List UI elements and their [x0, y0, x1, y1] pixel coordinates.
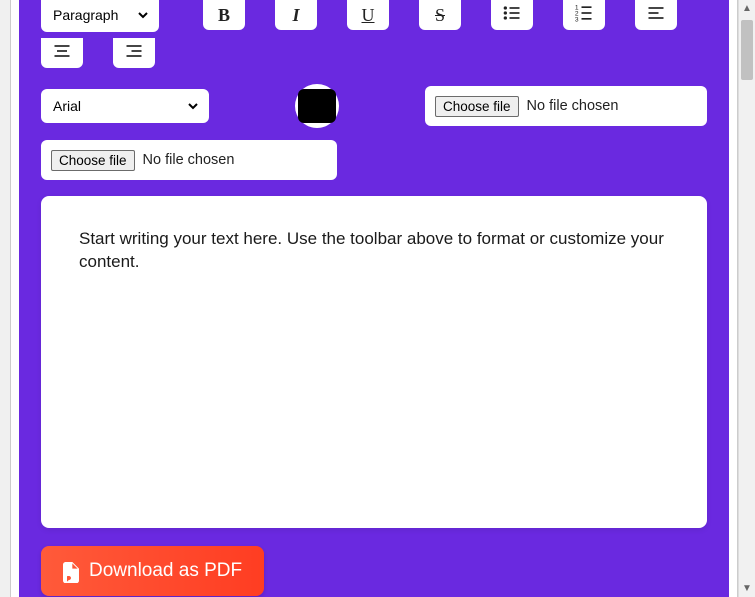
italic-button[interactable]: I	[275, 0, 317, 30]
choose-file-button-2[interactable]: Choose file	[51, 150, 135, 171]
numbered-list-button[interactable]: 123	[563, 0, 605, 30]
color-preview	[298, 89, 336, 123]
file-input-1[interactable]: Choose file No file chosen	[425, 86, 707, 126]
align-center-icon	[52, 41, 72, 66]
align-left-icon	[646, 3, 666, 28]
align-right-icon	[124, 41, 144, 66]
file-input-2[interactable]: Choose file No file chosen	[41, 140, 337, 180]
choose-file-button-1[interactable]: Choose file	[435, 96, 519, 117]
strikethrough-button[interactable]: S	[419, 0, 461, 30]
font-family-select[interactable]: Arial	[41, 89, 209, 123]
text-color-swatch[interactable]	[295, 84, 339, 128]
align-left-button[interactable]	[635, 0, 677, 30]
underline-button[interactable]: U	[347, 0, 389, 30]
pdf-file-icon	[63, 562, 79, 580]
file-status-2: No file chosen	[143, 152, 235, 168]
bullet-list-button[interactable]	[491, 0, 533, 30]
numbered-list-icon: 123	[574, 3, 594, 28]
align-right-button[interactable]	[113, 38, 155, 68]
download-label: Download as PDF	[89, 560, 242, 582]
block-format-select[interactable]: Paragraph	[41, 0, 159, 32]
bullet-list-icon	[502, 3, 522, 28]
download-pdf-button[interactable]: Download as PDF	[41, 546, 264, 596]
vertical-scrollbar[interactable]: ▲ ▼	[738, 0, 755, 597]
editor-panel: Paragraph B I U S 123	[19, 0, 729, 597]
svg-text:3: 3	[575, 16, 579, 23]
scrollbar-thumb[interactable]	[741, 20, 753, 80]
file-status-1: No file chosen	[527, 98, 619, 114]
scroll-up-arrow-icon[interactable]: ▲	[739, 0, 755, 17]
app-frame: Paragraph B I U S 123	[10, 0, 738, 597]
align-center-button[interactable]	[41, 38, 83, 68]
scroll-down-arrow-icon[interactable]: ▼	[739, 580, 755, 597]
toolbar-row-1: Paragraph B I U S 123	[19, 0, 729, 68]
toolbar-row-2: Arial Choose file No file chosen	[19, 84, 729, 128]
text-editor[interactable]: Start writing your text here. Use the to…	[41, 196, 707, 528]
bold-button[interactable]: B	[203, 0, 245, 30]
toolbar-row-3: Choose file No file chosen	[19, 140, 729, 180]
editor-placeholder: Start writing your text here. Use the to…	[79, 229, 664, 271]
